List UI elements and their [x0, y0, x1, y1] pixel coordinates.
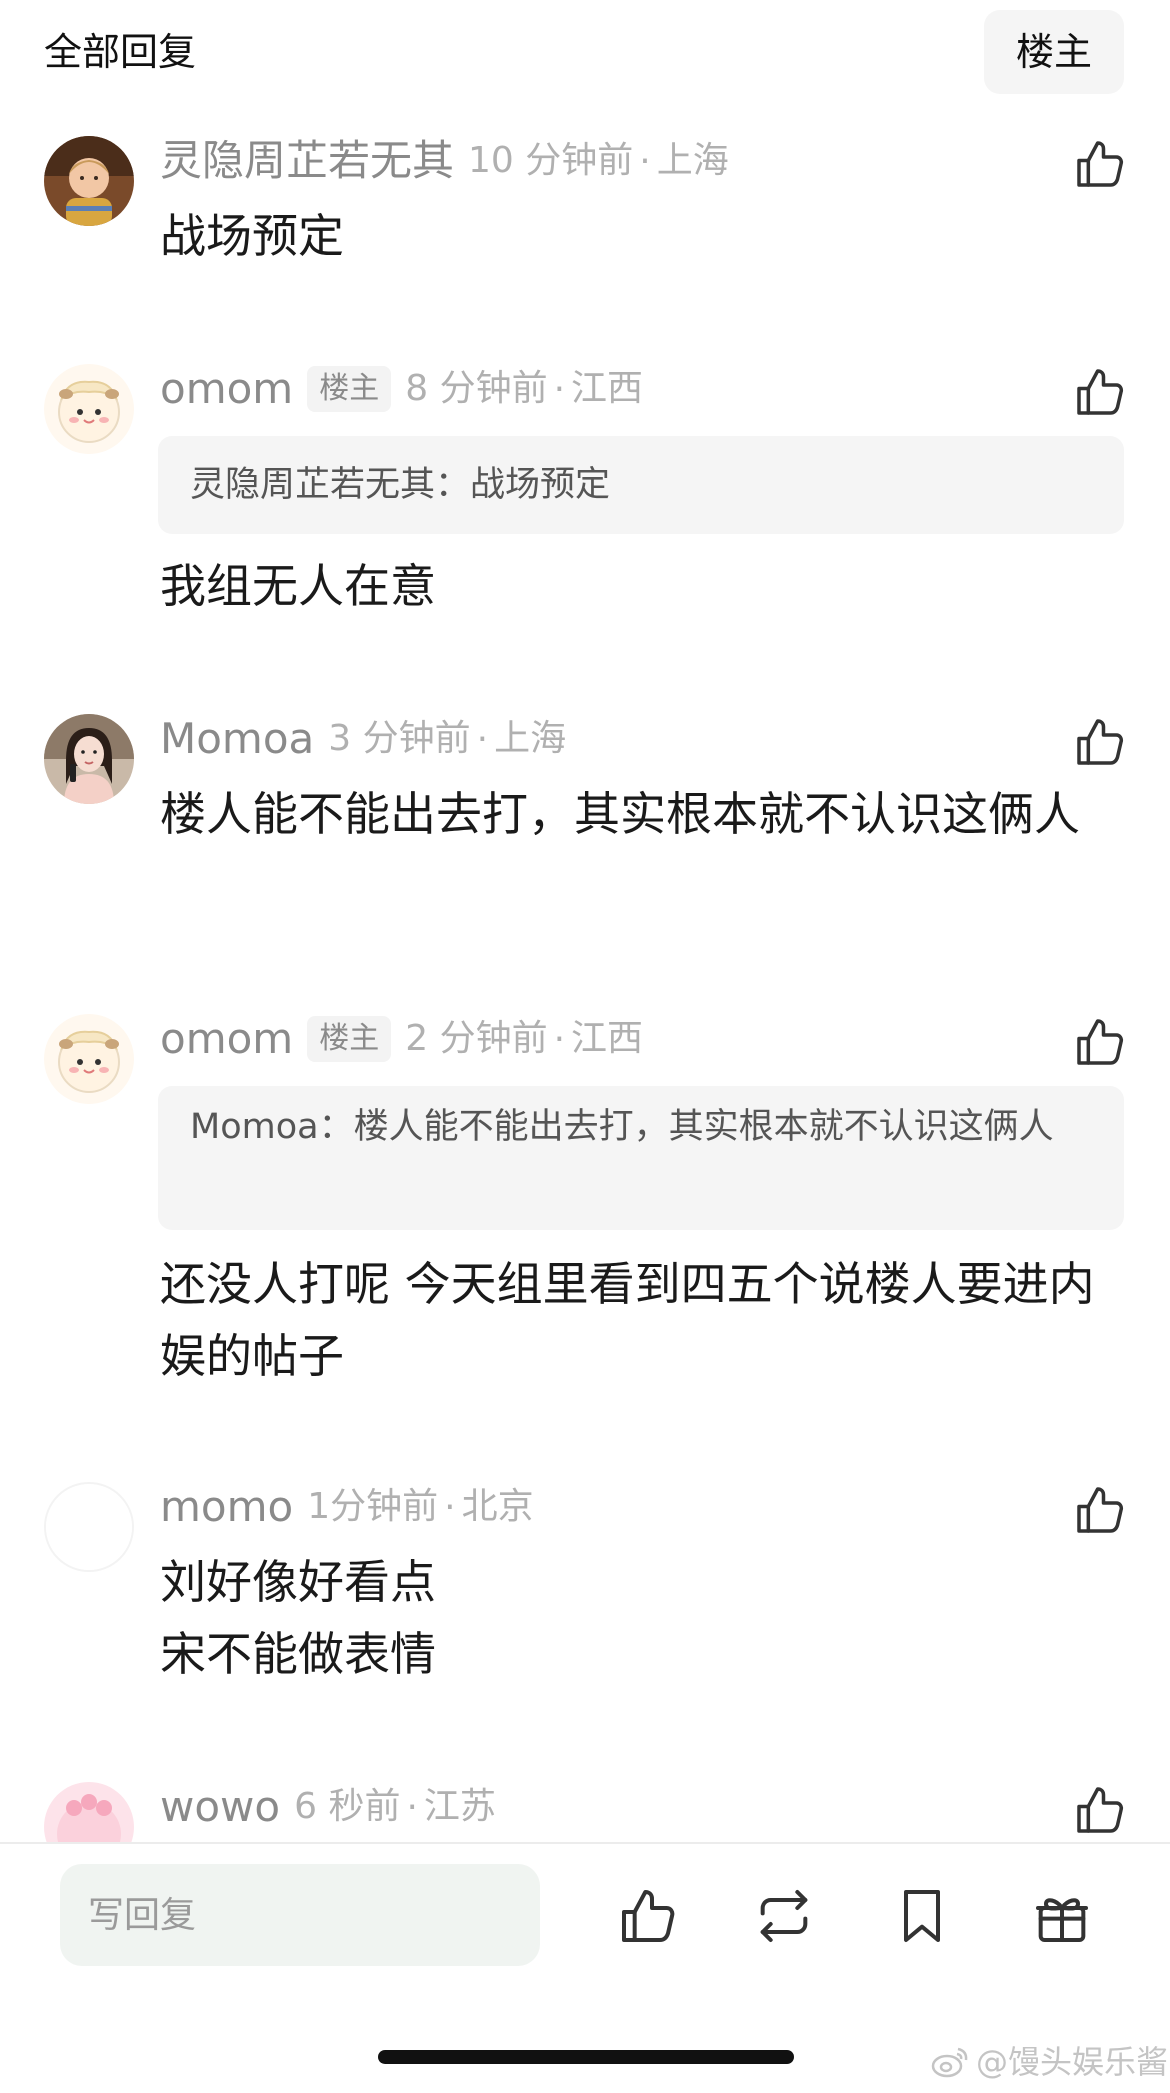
bookmark-icon [904, 1890, 940, 1942]
comment-text: 我组无人在意 [160, 559, 436, 613]
quoted-reply[interactable]: 灵隐周芷若无其：战场预定 [158, 436, 1124, 534]
thumbs-up-icon [1077, 1487, 1124, 1533]
timestamp: 3 分钟前 [328, 718, 471, 759]
weibo-logo-icon [931, 2047, 968, 2078]
comment-meta: omom 楼主 2 分钟前 · 江西 [160, 1014, 643, 1064]
timestamp: 1分钟前 [307, 1486, 439, 1527]
repost-icon [760, 1890, 808, 1942]
username[interactable]: omom [160, 1014, 293, 1064]
comment-item: omom 楼主 2 分钟前 · 江西 Momoa：楼人能不能出去打，其实根本就不… [0, 1014, 1170, 1383]
comment-item: momo 1分钟前 · 北京 刘好像好看点 宋不能做表情 [0, 1482, 1170, 1702]
location: 上海 [656, 140, 729, 181]
timestamp: 2 分钟前 [405, 1018, 548, 1059]
thumbs-up-icon [1077, 369, 1124, 415]
watermark-text: @馒头娱乐酱 [976, 2043, 1169, 2081]
comment-meta: wowo 6 秒前 · 江苏 [160, 1782, 496, 1832]
like-button[interactable] [1072, 714, 1128, 770]
comment-item: omom 楼主 8 分钟前 · 江西 灵隐周芷若无其：战场预定 我组无人在意 [0, 364, 1170, 644]
location: 江苏 [423, 1786, 496, 1827]
like-button[interactable] [1072, 1482, 1128, 1538]
gift-icon [1036, 1898, 1088, 1942]
comment-text-line: 刘好像好看点 [160, 1555, 436, 1609]
bookmark-button[interactable] [890, 1884, 954, 1948]
timestamp: 8 分钟前 [405, 368, 548, 409]
reply-input[interactable] [60, 1864, 540, 1966]
home-indicator [378, 2050, 794, 2064]
op-badge: 楼主 [307, 1016, 392, 1062]
comment-text: 刘好像好看点 宋不能做表情 [160, 1546, 1100, 1690]
avatar[interactable] [44, 1482, 134, 1572]
comment-meta: Momoa 3 分钟前 · 上海 [160, 714, 566, 764]
thumbs-up-icon [622, 1890, 675, 1942]
comment-meta: 灵隐周芷若无其 10 分钟前 · 上海 [160, 136, 729, 186]
meta-separator: · [476, 718, 489, 760]
thumbs-up-icon [1077, 1019, 1124, 1065]
location: 江西 [571, 1018, 644, 1059]
avatar[interactable] [44, 364, 134, 454]
comment-text: 战场预定 [160, 209, 344, 263]
meta-separator: · [553, 368, 566, 410]
meta-separator: · [639, 140, 651, 182]
location: 北京 [461, 1486, 534, 1527]
meta-separator: · [444, 1486, 456, 1528]
like-button[interactable] [1072, 1014, 1128, 1070]
comment-item: Momoa 3 分钟前 · 上海 楼人能不能出去打，其实根本就不认识这俩人 [0, 714, 1170, 934]
like-button[interactable] [1072, 364, 1128, 420]
comment-meta: momo 1分钟前 · 北京 [160, 1482, 534, 1532]
username[interactable]: wowo [160, 1782, 280, 1832]
comment-text: 楼人能不能出去打，其实根本就不认识这俩人 [160, 787, 1080, 841]
comment-item: 灵隐周芷若无其 10 分钟前 · 上海 战场预定 [0, 136, 1170, 316]
username[interactable]: Momoa [160, 714, 314, 764]
location: 江西 [571, 368, 644, 409]
op-only-filter-button[interactable]: 楼主 [984, 10, 1124, 94]
repost-button[interactable] [752, 1884, 816, 1948]
comment-item: wowo 6 秒前 · 江苏 [0, 1782, 1170, 1842]
comment-meta: omom 楼主 8 分钟前 · 江西 [160, 364, 643, 414]
comment-text: 还没人打呢 今天组里看到四五个说楼人要进内娱的帖子 [160, 1257, 1095, 1383]
timestamp: 10 分钟前 [468, 140, 634, 181]
username[interactable]: omom [160, 364, 293, 414]
op-badge: 楼主 [307, 366, 392, 412]
timestamp: 6 秒前 [294, 1786, 401, 1827]
watermark: @馒头娱乐酱 [930, 2040, 1168, 2084]
like-button[interactable] [1072, 136, 1128, 192]
comment-text-line: 宋不能做表情 [160, 1627, 436, 1681]
username[interactable]: 灵隐周芷若无其 [160, 136, 454, 186]
thumbs-up-icon [1077, 1787, 1124, 1833]
header: 全部回复 楼主 [0, 0, 1170, 110]
like-button[interactable] [1072, 1782, 1128, 1838]
page-title: 全部回复 [44, 30, 197, 74]
thumbs-up-icon [1077, 141, 1124, 187]
avatar[interactable] [44, 714, 134, 804]
like-post-button[interactable] [616, 1884, 680, 1948]
avatar[interactable] [44, 1782, 134, 1842]
username[interactable]: momo [160, 1482, 293, 1532]
meta-separator: · [406, 1786, 418, 1828]
meta-separator: · [553, 1018, 566, 1060]
gift-button[interactable] [1030, 1884, 1094, 1948]
thumbs-up-icon [1077, 719, 1124, 765]
quoted-reply[interactable]: Momoa：楼人能不能出去打，其实根本就不认识这俩人 [158, 1086, 1124, 1230]
location: 上海 [494, 718, 567, 759]
avatar[interactable] [44, 1014, 134, 1104]
avatar[interactable] [44, 136, 134, 226]
